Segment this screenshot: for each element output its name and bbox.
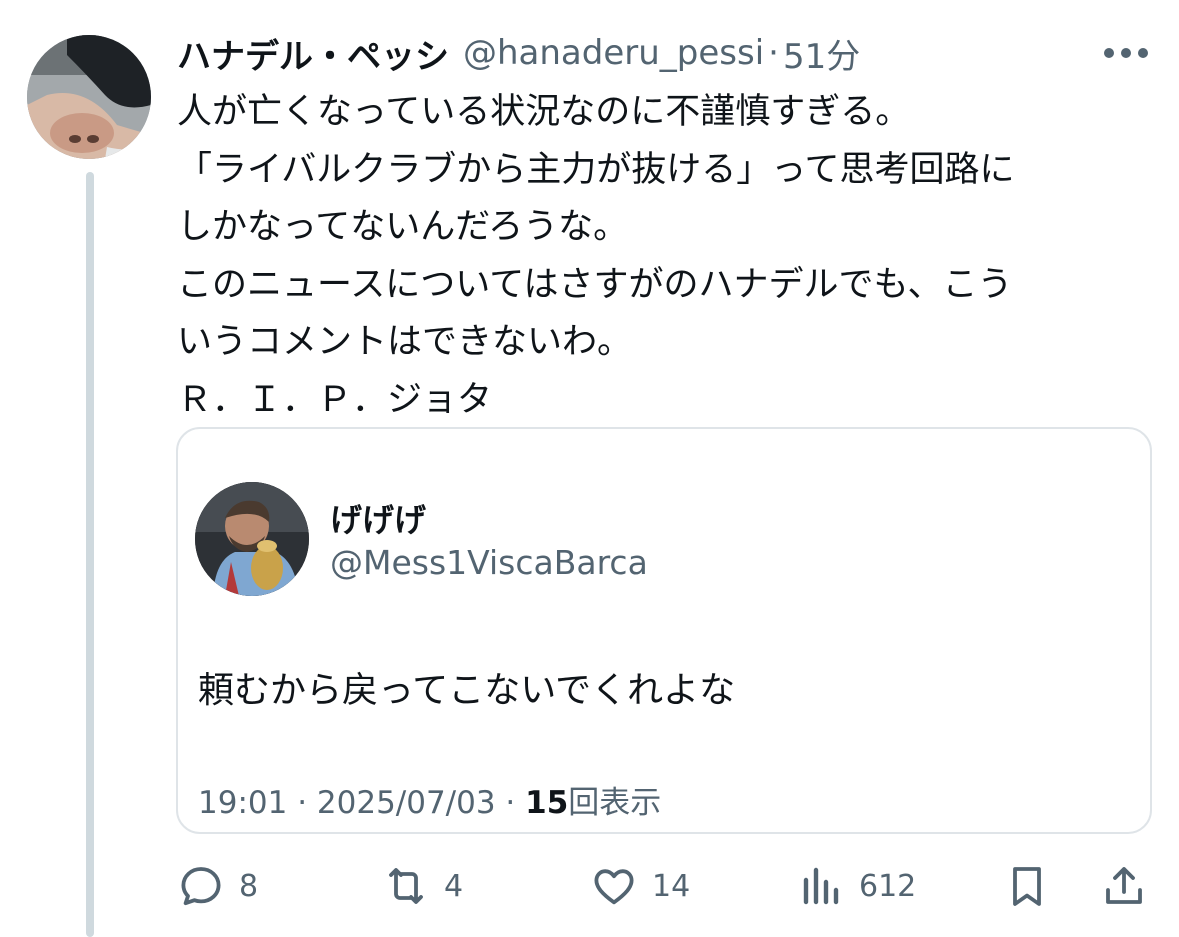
tweet-time[interactable]: 51分 xyxy=(783,29,860,78)
header-separator: · xyxy=(768,33,779,73)
views-count: 612 xyxy=(859,868,917,904)
heart-icon xyxy=(594,869,634,905)
like-button[interactable]: 14 xyxy=(590,860,690,912)
reply-icon xyxy=(181,867,221,906)
quoted-timestamp: 19:01 · 2025/07/03 · xyxy=(198,785,516,821)
tweet-text-line: Ｒ．Ｉ．Ｐ．ジョタ xyxy=(177,379,493,420)
more-horizontal-icon xyxy=(1104,48,1114,58)
author-avatar-image xyxy=(27,35,151,159)
reply-button[interactable]: 8 xyxy=(177,860,258,912)
tweet-text-line: このニュースについてはさすがのハナデルでも、こう xyxy=(177,264,1013,305)
views-button[interactable]: 612 xyxy=(797,860,916,912)
quoted-tweet-meta: 19:01 · 2025/07/03 · 15回表示 xyxy=(198,777,661,822)
retweet-icon xyxy=(389,868,423,904)
bookmark-icon xyxy=(1013,867,1041,906)
quoted-tweet-card[interactable]: げげげ @Mess1ViscaBarca 頼むから戻ってこないでくれよな 19:… xyxy=(176,427,1152,834)
tweet-header: ハナデル・ペッシ @hanaderu_pessi · 51分 xyxy=(177,29,860,78)
quoted-views-count: 15 xyxy=(525,785,569,821)
retweet-button[interactable]: 4 xyxy=(382,860,463,912)
bookmark-button[interactable] xyxy=(1003,860,1051,912)
share-button[interactable] xyxy=(1100,860,1148,912)
author-handle[interactable]: @hanaderu_pessi xyxy=(463,33,764,73)
quoted-handle[interactable]: @Mess1ViscaBarca xyxy=(330,543,648,582)
tweet-actions-bar: 8 4 14 612 xyxy=(177,860,1152,912)
thread-line xyxy=(86,172,94,937)
tweet-text-line: しかなってないんだろうな。 xyxy=(177,207,629,247)
reply-count: 8 xyxy=(239,868,259,904)
tweet-text-line: 人が亡くなっている状況なのに不謹慎すぎる。 xyxy=(177,92,911,132)
quoted-tweet-text: 頼むから戻ってこないでくれよな xyxy=(198,670,736,711)
quoted-display-name[interactable]: げげげ xyxy=(330,495,426,541)
tweet-text-line: 「ライバルクラブから主力が抜ける」って思考回路に xyxy=(177,149,1015,190)
quoted-author-avatar[interactable] xyxy=(195,482,309,596)
author-display-name[interactable]: ハナデル・ペッシ xyxy=(177,29,449,78)
quoted-views-label: 回表示 xyxy=(568,785,662,821)
views-bar-chart-icon xyxy=(803,867,839,905)
share-icon xyxy=(1106,867,1142,904)
author-avatar[interactable] xyxy=(27,35,151,159)
more-options-button[interactable] xyxy=(1104,40,1148,66)
tweet-text-line: いうコメントはできないわ。 xyxy=(177,322,633,362)
quoted-avatar-image xyxy=(195,482,309,596)
tweet-text: 人が亡くなっている状況なのに不謹慎すぎる。 「ライバルクラブから主力が抜ける」っ… xyxy=(177,84,1152,429)
retweet-count: 4 xyxy=(444,868,464,904)
like-count: 14 xyxy=(652,868,691,904)
